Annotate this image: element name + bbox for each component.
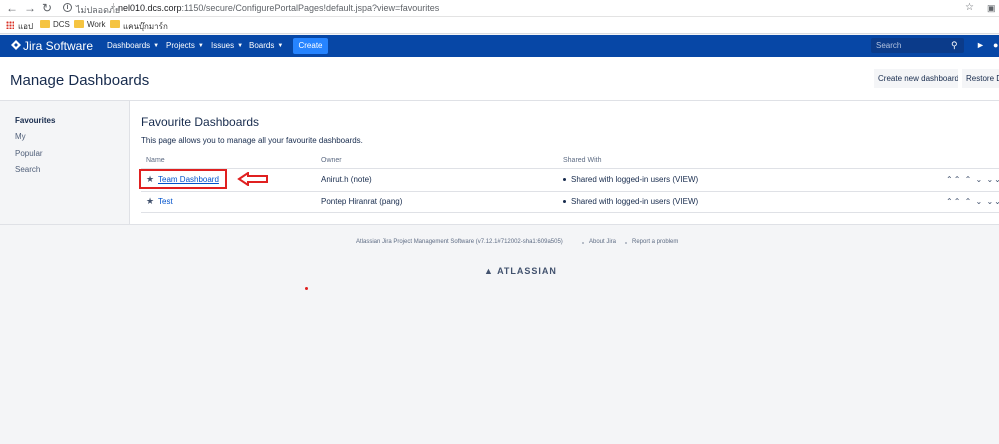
bookmark-work[interactable]: Work bbox=[87, 20, 106, 29]
browser-toolbar: ← → ↻ i ไม่ปลอดภัย nel010.dcs.corp:1150/… bbox=[0, 0, 999, 17]
chevron-down-icon: ▼ bbox=[153, 43, 160, 49]
reorder-controls[interactable]: ⌃⌃ ⌃ ⌄ ⌄⌄ bbox=[946, 197, 999, 206]
folder-icon bbox=[110, 20, 120, 28]
url-separator bbox=[113, 3, 114, 13]
footer-about-link[interactable]: About Jira bbox=[589, 239, 616, 245]
jira-header: Jira Software Dashboards ▼ Projects ▼ Issu… bbox=[0, 35, 999, 57]
folder-icon bbox=[40, 20, 50, 28]
folder-icon bbox=[74, 20, 84, 28]
apps-grid-icon[interactable] bbox=[6, 21, 14, 29]
bookmark-dcs[interactable]: DCS bbox=[53, 20, 70, 29]
jira-logo-text[interactable]: Jira Software bbox=[23, 39, 93, 53]
dashboard-link-test[interactable]: Test bbox=[158, 197, 173, 206]
footer-separator bbox=[625, 242, 627, 244]
info-icon[interactable]: i bbox=[63, 3, 72, 12]
table-divider bbox=[141, 168, 999, 169]
chevron-down-icon: ▼ bbox=[197, 43, 204, 49]
column-header-shared: Shared With bbox=[563, 157, 602, 164]
forward-icon[interactable]: → bbox=[24, 1, 36, 15]
page-header bbox=[0, 57, 999, 101]
footer-separator bbox=[582, 242, 584, 244]
owner-cell: Pontep Hiranrat (pang) bbox=[321, 197, 403, 206]
table-divider bbox=[141, 212, 999, 213]
bullet bbox=[563, 200, 566, 203]
address-bar[interactable]: nel010.dcs.corp:1150/secure/ConfigurePor… bbox=[118, 3, 439, 13]
footer-version: Atlassian Jira Project Management Softwa… bbox=[356, 239, 563, 245]
bookmarks-bar: แอป DCS Work แคนบุ๊กมาร์ก bbox=[0, 17, 999, 34]
sidebar-item-my[interactable]: My bbox=[15, 132, 26, 141]
star-bookmark-icon[interactable]: ☆ bbox=[965, 1, 974, 15]
atlassian-logo: ▲ ATLASSIAN bbox=[484, 266, 557, 276]
bullet bbox=[563, 178, 566, 181]
jira-logo-icon[interactable] bbox=[11, 40, 21, 50]
page-title: Manage Dashboards bbox=[10, 72, 150, 89]
create-dashboard-button[interactable]: Create new dashboard bbox=[874, 69, 958, 88]
help-icon[interactable]: ● bbox=[993, 40, 998, 50]
back-icon[interactable]: ← bbox=[6, 1, 18, 15]
annotation-arrow-icon bbox=[237, 172, 268, 186]
menu-projects[interactable]: Projects ▼ bbox=[166, 41, 204, 50]
sidebar-item-popular[interactable]: Popular bbox=[15, 149, 43, 158]
menu-boards[interactable]: Boards ▼ bbox=[249, 41, 283, 50]
create-button[interactable]: Create bbox=[293, 38, 328, 54]
menu-issues[interactable]: Issues ▼ bbox=[211, 41, 243, 50]
chevron-down-icon: ▼ bbox=[277, 43, 284, 49]
favourite-star-icon[interactable]: ★ bbox=[146, 196, 154, 207]
reorder-controls[interactable]: ⌃⌃ ⌃ ⌄ ⌄⌄ bbox=[946, 175, 999, 184]
sidebar-item-favourites[interactable]: Favourites bbox=[15, 116, 55, 125]
shared-cell: Shared with logged-in users (VIEW) bbox=[571, 197, 699, 206]
reload-icon[interactable]: ↻ bbox=[42, 1, 52, 15]
owner-cell: Anirut.h (note) bbox=[321, 175, 372, 184]
cursor-dot bbox=[305, 287, 308, 290]
camera-icon[interactable]: ▣ bbox=[987, 1, 996, 15]
column-header-name: Name bbox=[146, 157, 165, 164]
column-header-owner: Owner bbox=[321, 157, 342, 164]
table-divider bbox=[141, 191, 999, 192]
megaphone-icon[interactable]: ► bbox=[976, 40, 985, 50]
menu-dashboards[interactable]: Dashboards ▼ bbox=[107, 41, 159, 50]
section-title: Favourite Dashboards bbox=[141, 115, 260, 129]
footer-report-link[interactable]: Report a problem bbox=[632, 239, 678, 245]
sidebar-item-search[interactable]: Search bbox=[15, 165, 40, 174]
shared-cell: Shared with logged-in users (VIEW) bbox=[571, 175, 699, 184]
search-icon: ⚲ bbox=[951, 40, 958, 50]
atlassian-triangle-icon: ▲ bbox=[484, 266, 498, 276]
bookmark-other[interactable]: แคนบุ๊กมาร์ก bbox=[123, 20, 168, 33]
restore-dashboard-button[interactable]: Restore D bbox=[962, 69, 999, 88]
annotation-highlight-box bbox=[139, 169, 227, 189]
bookmark-apps[interactable]: แอป bbox=[18, 20, 33, 33]
chevron-down-icon: ▼ bbox=[237, 43, 244, 49]
section-description: This page allows you to manage all your … bbox=[141, 136, 363, 145]
search-input[interactable]: Search ⚲ bbox=[871, 38, 964, 53]
